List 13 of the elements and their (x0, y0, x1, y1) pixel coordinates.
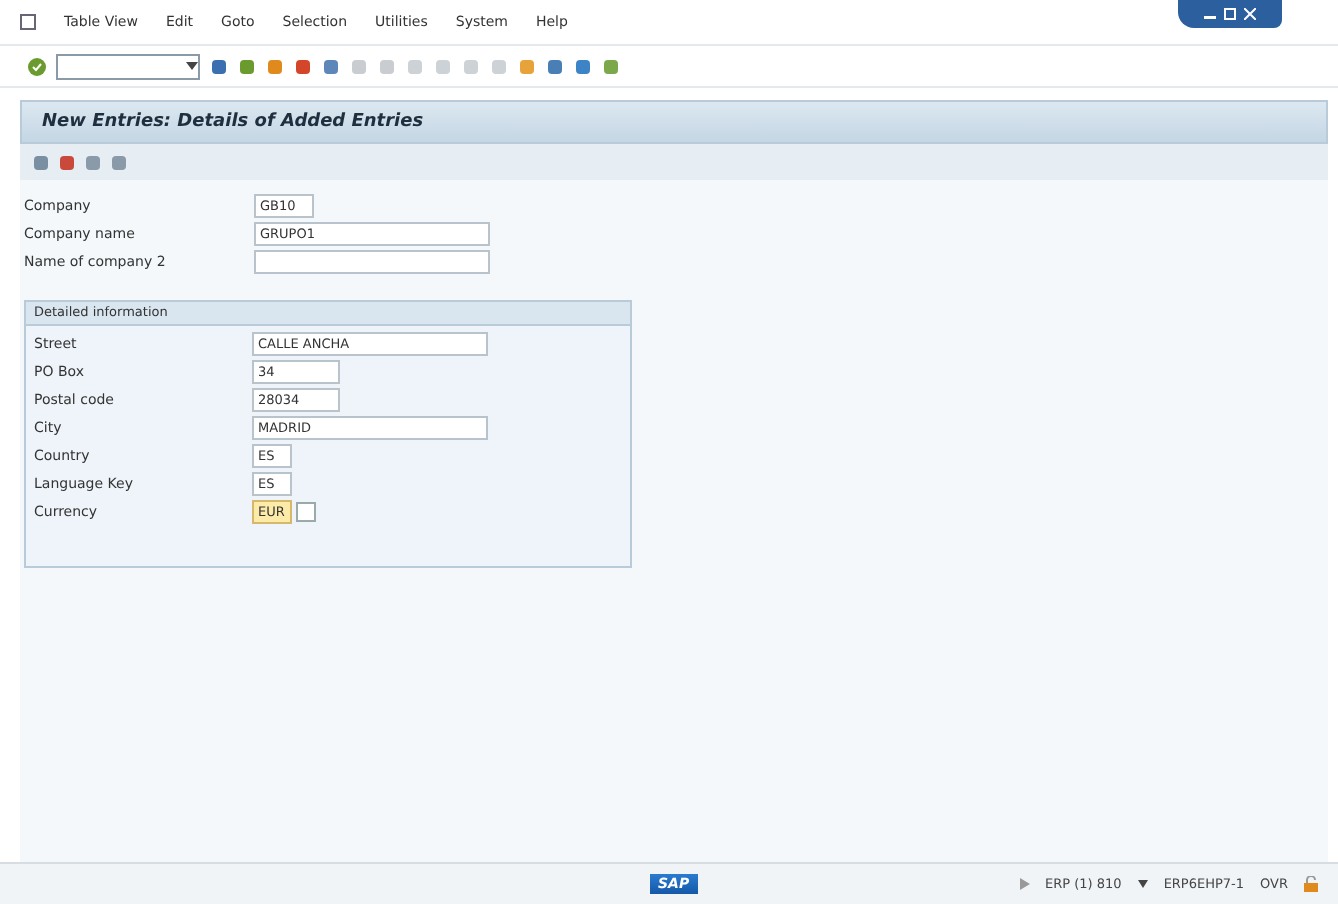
screen-title: New Entries: Details of Added Entries (42, 112, 424, 132)
menu-icon[interactable] (20, 14, 36, 30)
close-icon[interactable] (1244, 8, 1256, 20)
command-field[interactable] (56, 53, 200, 79)
window-controls[interactable] (1178, 0, 1282, 28)
check-icon[interactable] (28, 57, 46, 75)
lock-icon (1304, 876, 1318, 892)
value-help-button[interactable] (296, 502, 316, 522)
maximize-icon[interactable] (1224, 8, 1236, 20)
input-field[interactable] (254, 250, 490, 274)
dropdown-icon (1137, 880, 1148, 888)
dropdown-icon (186, 62, 198, 70)
play-icon (1019, 878, 1030, 890)
